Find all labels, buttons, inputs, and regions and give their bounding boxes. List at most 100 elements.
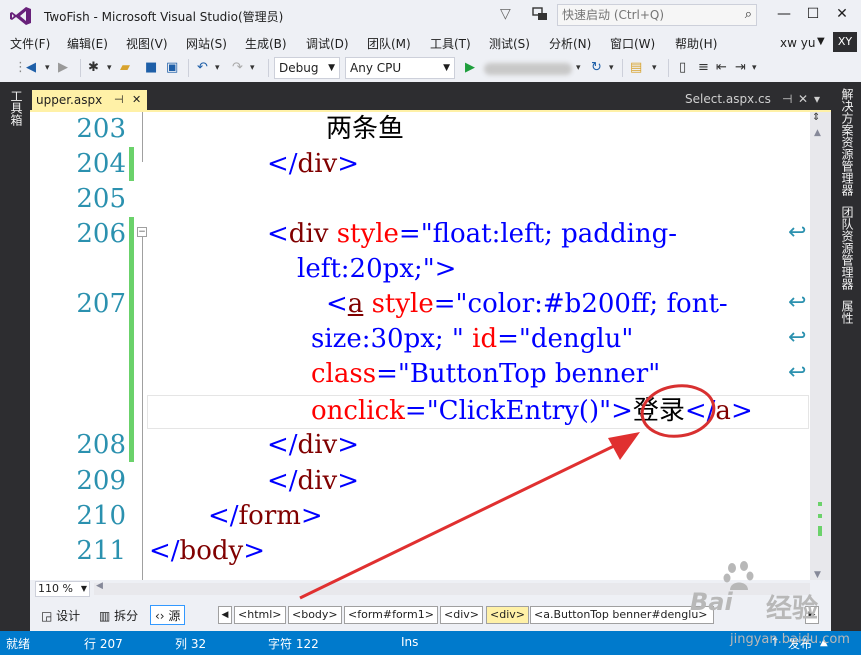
maximize-button[interactable]: ☐ — [801, 4, 825, 24]
punct-token: </ — [149, 536, 180, 566]
start-debugging-icon[interactable]: ▶ — [465, 59, 475, 77]
dropdown-icon[interactable]: ▾ — [215, 59, 220, 77]
solution-configuration-select[interactable]: Debug ▼ — [274, 57, 340, 79]
dropdown-icon[interactable]: ▾ — [609, 59, 614, 77]
vertical-scrollbar[interactable]: ⇕ ▲ ▼ — [810, 112, 831, 580]
comment-icon[interactable]: ▯ — [679, 59, 686, 77]
breadcrumb-body[interactable]: <body> — [288, 606, 342, 624]
team-explorer-tab[interactable]: 团队资源管理器 — [839, 206, 856, 290]
quick-launch-input[interactable] — [558, 5, 728, 25]
design-view-button[interactable]: ◲ 设计 — [36, 605, 85, 625]
menu-test[interactable]: 测试(S) — [489, 35, 530, 52]
solution-explorer-tab[interactable]: 解决方案资源管理器 — [839, 88, 856, 196]
code-line-211: </body> — [149, 534, 265, 568]
punct-token: " — [648, 359, 661, 389]
pin-icon[interactable]: ⊣ — [782, 92, 792, 106]
dropdown-icon[interactable]: ▾ — [107, 59, 112, 77]
line-number: 211 — [76, 536, 126, 566]
browser-link-icon[interactable]: ▤ — [630, 59, 642, 77]
breadcrumb-anchor[interactable]: <a.ButtonTop benner#denglu> — [530, 606, 714, 624]
tab-list-dropdown-icon[interactable]: ▾ — [814, 92, 820, 106]
toolbar-separator — [668, 59, 669, 77]
quick-launch-box[interactable]: ⌕ — [557, 4, 757, 26]
redo-icon[interactable]: ↷ — [232, 59, 243, 77]
navigate-back-icon[interactable]: ◀ — [26, 59, 36, 77]
zoom-select[interactable]: 110 % ▼ — [35, 581, 90, 597]
change-bar — [129, 147, 134, 181]
punct-token: =" — [433, 289, 468, 319]
punct-token: </ — [267, 149, 298, 179]
pin-icon[interactable]: ⊣ — [114, 90, 124, 110]
menu-window[interactable]: 窗口(W) — [610, 35, 655, 52]
split-window-icon[interactable]: ⇕ — [812, 112, 828, 126]
breadcrumb-form[interactable]: <form#form1> — [344, 606, 438, 624]
indent-icon[interactable]: ⇥ — [735, 59, 746, 77]
value-token: color:#b200ff; font- — [467, 289, 728, 319]
redacted-target-name[interactable] — [484, 63, 572, 75]
menu-view[interactable]: 视图(V) — [126, 35, 168, 52]
save-icon[interactable]: ■ — [145, 59, 157, 77]
code-editor[interactable]: 203 204 205 206 207 208 209 210 211 − 两条… — [30, 110, 831, 580]
notifications-filter-icon[interactable]: ▽ — [500, 6, 516, 22]
split-view-button[interactable]: ▥ 拆分 — [94, 605, 143, 625]
solution-platform-select[interactable]: Any CPU ▼ — [345, 57, 455, 79]
feedback-icon[interactable] — [532, 6, 548, 22]
outline-line — [142, 237, 143, 580]
menu-help[interactable]: 帮助(H) — [675, 35, 717, 52]
properties-tab[interactable]: 属性 — [839, 300, 856, 324]
breadcrumb-html[interactable]: <html> — [234, 606, 286, 624]
close-icon[interactable]: ✕ — [132, 90, 141, 110]
minimize-button[interactable]: — — [772, 4, 796, 24]
dropdown-icon[interactable]: ▾ — [45, 59, 50, 77]
chevron-down-icon[interactable]: ▼ — [817, 36, 825, 47]
scroll-up-icon[interactable]: ▲ — [814, 128, 821, 138]
dropdown-icon[interactable]: ▾ — [250, 59, 255, 77]
chevron-down-icon: ▼ — [80, 584, 87, 593]
tab-select-aspx-cs[interactable]: Select.aspx.cs — [685, 92, 771, 106]
dropdown-icon[interactable]: ▾ — [652, 59, 657, 77]
punct-token: "> — [422, 254, 457, 284]
menu-edit[interactable]: 编辑(E) — [67, 35, 108, 52]
search-icon[interactable]: ⌕ — [745, 7, 752, 22]
code-line-203: 两条鱼 — [326, 112, 404, 146]
breadcrumb-prev-icon[interactable]: ◀ — [218, 606, 232, 624]
collapse-region-icon[interactable]: − — [137, 227, 147, 237]
word-wrap-glyph-icon: ↩ — [788, 220, 807, 245]
toolbox-tab[interactable]: 工具箱 — [8, 90, 25, 126]
line-number: 207 — [76, 289, 126, 319]
menu-tools[interactable]: 工具(T) — [430, 35, 471, 52]
toolbar-separator — [80, 59, 81, 77]
new-project-icon[interactable]: ✱ — [88, 59, 99, 77]
punct-token: </ — [267, 430, 298, 460]
menu-website[interactable]: 网站(S) — [186, 35, 227, 52]
punct-token: </ — [208, 501, 239, 531]
avatar[interactable]: XY — [833, 32, 857, 52]
tab-upper-aspx[interactable]: upper.aspx ⊣ ✕ — [32, 90, 147, 110]
dropdown-icon[interactable]: ▾ — [576, 59, 581, 77]
source-view-button[interactable]: ‹› 源 — [150, 605, 186, 625]
menu-team[interactable]: 团队(M) — [367, 35, 411, 52]
navigate-forward-icon[interactable]: ▶ — [58, 59, 68, 77]
menu-build[interactable]: 生成(B) — [245, 35, 287, 52]
punct-token: </ — [267, 466, 298, 496]
user-name[interactable]: xw yu — [780, 36, 815, 50]
menu-file[interactable]: 文件(F) — [10, 35, 50, 52]
solution-configuration-value: Debug — [279, 61, 319, 75]
text-token: 两条鱼 — [326, 114, 405, 144]
breadcrumb-div[interactable]: <div> — [440, 606, 483, 624]
scroll-left-icon[interactable]: ◀ — [96, 581, 103, 591]
menu-debug[interactable]: 调试(D) — [306, 35, 349, 52]
close-button[interactable]: ✕ — [830, 4, 854, 24]
save-all-icon[interactable]: ▣ — [166, 59, 178, 77]
chevron-down-icon: ▼ — [443, 63, 450, 73]
undo-icon[interactable]: ↶ — [197, 59, 208, 77]
toolbar-overflow-icon[interactable]: ▾ — [752, 59, 757, 77]
open-folder-icon[interactable]: ▰ — [120, 59, 130, 77]
uncomment-icon[interactable]: ≡ — [698, 59, 709, 77]
refresh-icon[interactable]: ↻ — [591, 59, 602, 77]
menu-analyze[interactable]: 分析(N) — [549, 35, 591, 52]
menu-bar: 文件(F) 编辑(E) 视图(V) 网站(S) 生成(B) 调试(D) 团队(M… — [0, 32, 861, 54]
close-icon[interactable]: ✕ — [798, 92, 808, 106]
breadcrumb-div-active[interactable]: <div> — [486, 606, 529, 624]
outdent-icon[interactable]: ⇤ — [716, 59, 727, 77]
